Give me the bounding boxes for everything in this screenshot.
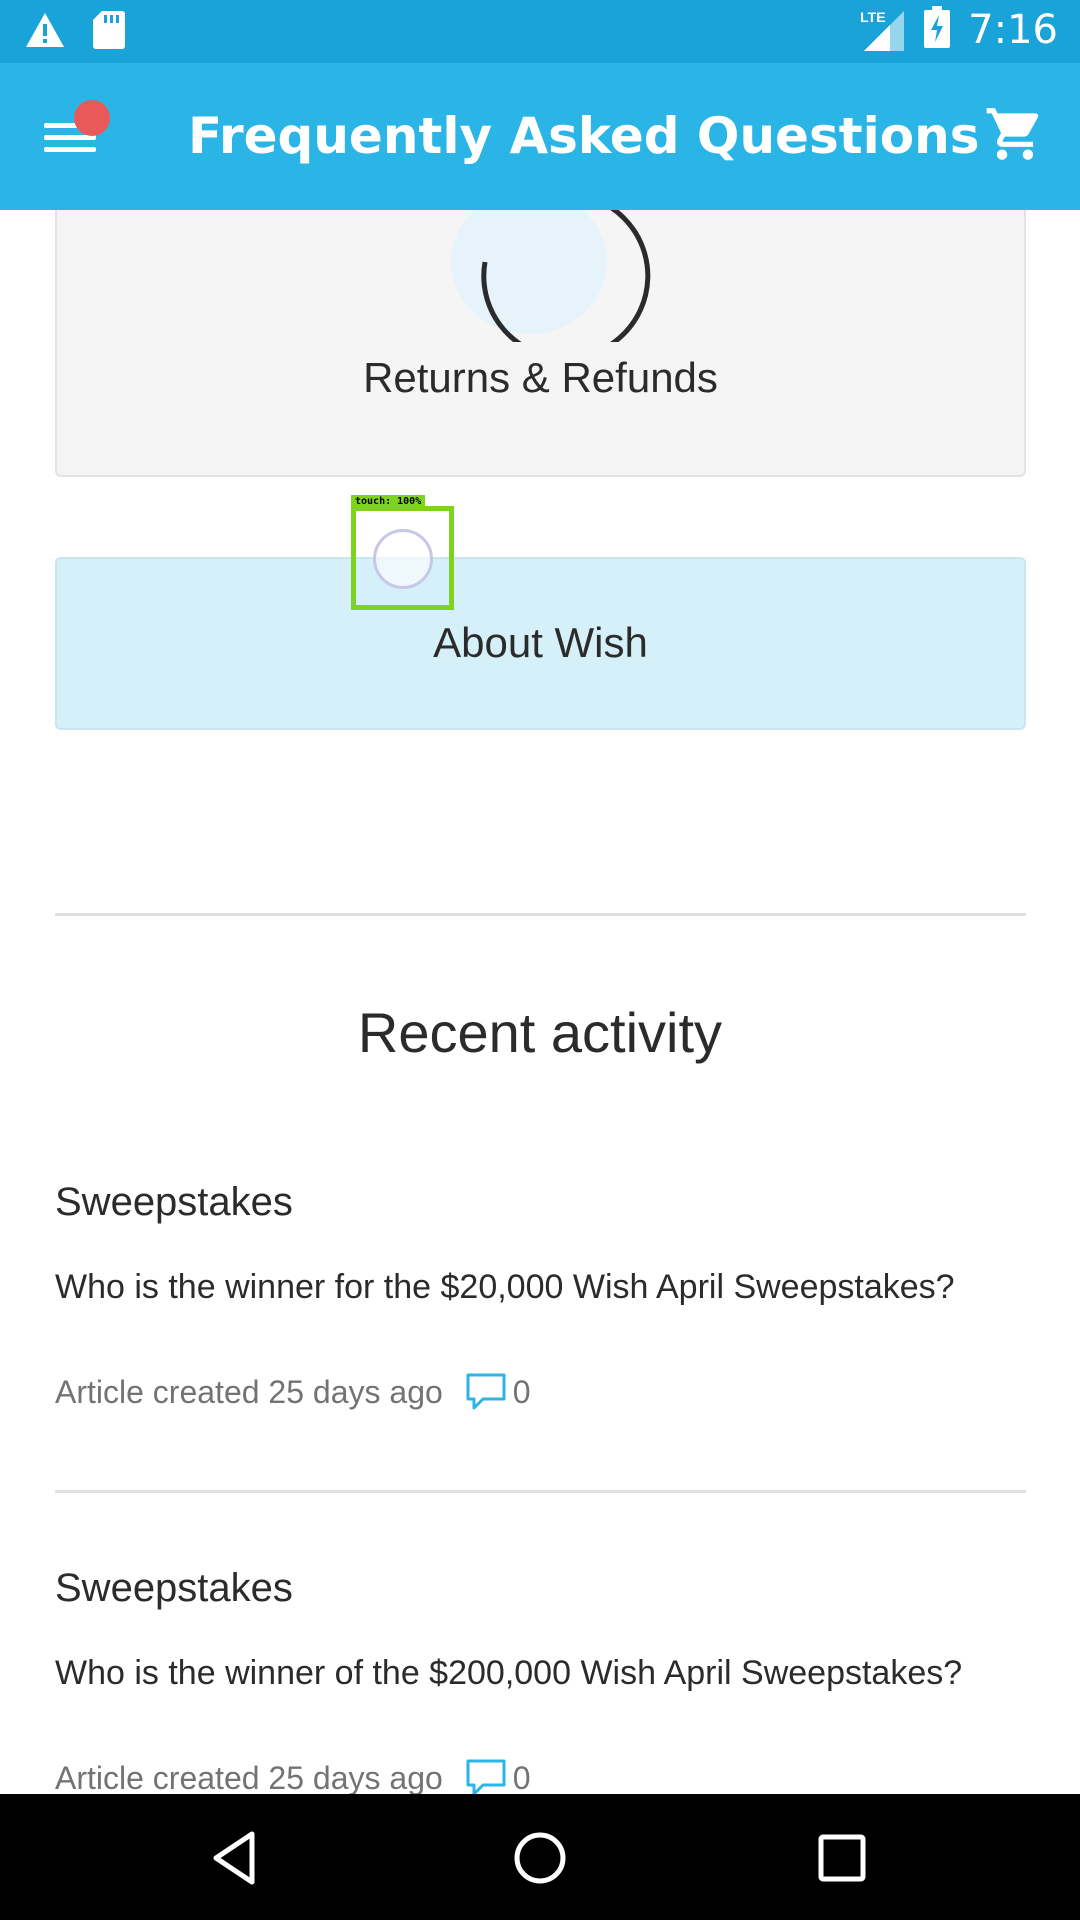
comment-count: 0 bbox=[465, 1372, 531, 1412]
battery-icon bbox=[924, 6, 951, 53]
signal-icon: LTE bbox=[860, 7, 906, 53]
category-card-returns-refunds[interactable]: Returns & Refunds bbox=[55, 210, 1026, 477]
touch-point-icon bbox=[373, 529, 433, 589]
back-button[interactable] bbox=[206, 1828, 266, 1888]
recents-icon bbox=[818, 1834, 866, 1882]
activity-item[interactable]: Sweepstakes Who is the winner for the $2… bbox=[55, 1180, 1055, 1410]
activity-category[interactable]: Sweepstakes bbox=[55, 1180, 1055, 1225]
activity-question-link[interactable]: Who is the winner for the $20,000 Wish A… bbox=[55, 1268, 955, 1307]
activity-date: Article created 25 days ago bbox=[55, 1759, 443, 1795]
system-nav-bar bbox=[0, 1794, 1080, 1920]
app-bar: Frequently Asked Questions bbox=[0, 63, 1080, 210]
activity-date: Article created 25 days ago bbox=[55, 1373, 443, 1410]
back-icon bbox=[213, 1831, 255, 1885]
page-title: Frequently Asked Questions bbox=[188, 107, 980, 165]
faq-content: Returns & Refunds About Wish touch: 100%… bbox=[0, 210, 1080, 1794]
home-button[interactable] bbox=[510, 1828, 570, 1888]
status-bar: LTE 7:16 bbox=[0, 0, 1080, 63]
recents-button[interactable] bbox=[812, 1828, 872, 1888]
comment-icon bbox=[466, 1373, 506, 1410]
recent-activity-title: Recent activity bbox=[357, 1001, 723, 1064]
activity-meta: Article created 25 days ago 0 bbox=[55, 1758, 531, 1794]
comment-count-value: 0 bbox=[512, 1759, 531, 1795]
notification-badge bbox=[74, 100, 110, 136]
activity-question-link[interactable]: Who is the winner of the $200,000 Wish A… bbox=[55, 1654, 962, 1693]
comment-count-value: 0 bbox=[512, 1373, 531, 1410]
cart-button[interactable] bbox=[984, 103, 1046, 165]
alert-icon bbox=[24, 11, 66, 54]
spinner-icon bbox=[437, 210, 657, 361]
activity-category[interactable]: Sweepstakes bbox=[55, 1566, 1055, 1611]
category-card-about-wish[interactable]: About Wish bbox=[55, 557, 1026, 730]
activity-item[interactable]: Sweepstakes Who is the winner of the $20… bbox=[55, 1566, 1055, 1794]
divider bbox=[55, 913, 1026, 916]
status-time: 7:16 bbox=[968, 6, 1058, 53]
network-type: LTE bbox=[860, 8, 886, 25]
sd-card-icon bbox=[92, 10, 126, 55]
activity-meta: Article created 25 days ago 0 bbox=[55, 1372, 531, 1412]
comment-count: 0 bbox=[465, 1758, 531, 1794]
category-label: Returns & Refunds bbox=[363, 354, 718, 401]
home-icon bbox=[514, 1832, 566, 1884]
comment-icon bbox=[466, 1759, 506, 1794]
divider bbox=[55, 1490, 1026, 1493]
cart-icon bbox=[986, 108, 1039, 160]
category-label: About Wish bbox=[433, 619, 648, 666]
